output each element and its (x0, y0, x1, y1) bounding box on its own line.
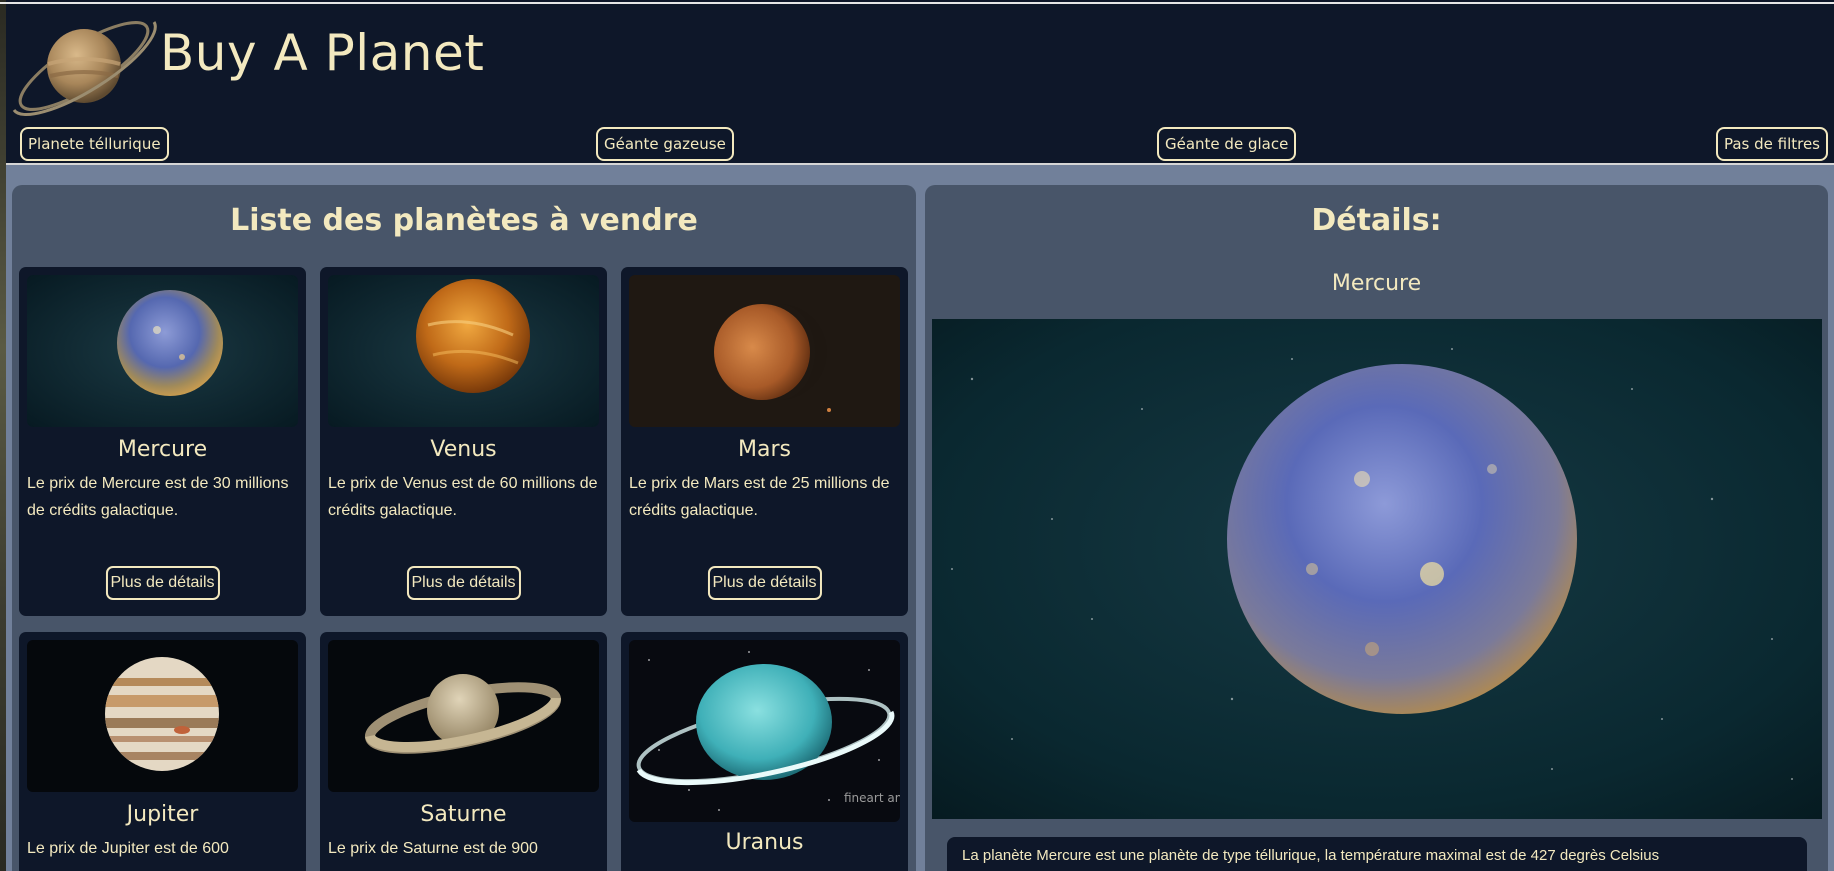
planet-card-description: Le prix de Mars est de 25 millions de cr… (629, 475, 890, 519)
mercure-thumbnail (27, 275, 298, 427)
planet-card-uranus: fineart america Uranus (621, 632, 908, 871)
details-planet-name: Mercure (1331, 271, 1422, 296)
planet-list-panel: Liste des planètes à vendre Mercure Le p… (12, 185, 916, 871)
planet-card-description: Le prix de Saturne est de 900 (328, 840, 538, 857)
planet-card-name: Mars (738, 437, 791, 462)
planet-list-title: Liste des planètes à vendre (230, 203, 698, 238)
planet-card-name: Mercure (117, 437, 208, 462)
planet-card-description: Le prix de Mercure est de 30 millions de… (27, 475, 289, 519)
clear-filters-button[interactable]: Pas de filtres (1715, 127, 1828, 161)
planet-card-description: Le prix de Venus est de 60 millions de c… (328, 475, 598, 519)
planet-card-mercure: Mercure Le prix de Mercure est de 30 mil… (19, 267, 306, 616)
planet-card-name: Jupiter (126, 802, 199, 827)
details-planet-image (932, 319, 1822, 819)
planet-card-mars: Mars Le prix de Mars est de 25 millions … (621, 267, 908, 616)
venus-thumbnail (328, 275, 599, 427)
site-title: Buy A Planet (160, 24, 485, 82)
filter-ice-giant-button[interactable]: Géante de glace (1157, 127, 1297, 161)
mars-details-button[interactable]: Plus de détails (707, 566, 822, 600)
saturn-logo-icon[interactable] (8, 8, 168, 126)
filter-telluric-button[interactable]: Planete téllurique (20, 127, 169, 161)
mars-thumbnail (629, 275, 900, 427)
jupiter-thumbnail (27, 640, 298, 792)
planet-card-saturne: Saturne Le prix de Saturne est de 900 (320, 632, 607, 871)
planet-card-jupiter: Jupiter Le prix de Jupiter est de 600 (19, 632, 306, 871)
venus-details-button[interactable]: Plus de détails (406, 566, 521, 600)
uranus-thumbnail: fineart america (629, 640, 900, 822)
planet-card-description: Le prix de Jupiter est de 600 (27, 840, 229, 857)
planet-card-name: Venus (430, 437, 497, 462)
site-header: Buy A Planet Planete téllurique Géante g… (6, 4, 1834, 164)
mercure-details-button[interactable]: Plus de détails (105, 566, 220, 600)
details-title: Détails: (1311, 203, 1442, 238)
filter-gas-giant-button[interactable]: Géante gazeuse (596, 127, 734, 161)
saturne-thumbnail (328, 640, 599, 792)
planet-card-name: Saturne (420, 802, 507, 827)
planet-card-name: Uranus (725, 830, 804, 855)
uranus-watermark: fineart america (844, 791, 900, 805)
planet-card-venus: Venus Le prix de Venus est de 60 million… (320, 267, 607, 616)
details-description: La planète Mercure est une planète de ty… (947, 837, 1807, 871)
details-panel: Détails: Mercure La planète Mercure est (925, 185, 1828, 871)
